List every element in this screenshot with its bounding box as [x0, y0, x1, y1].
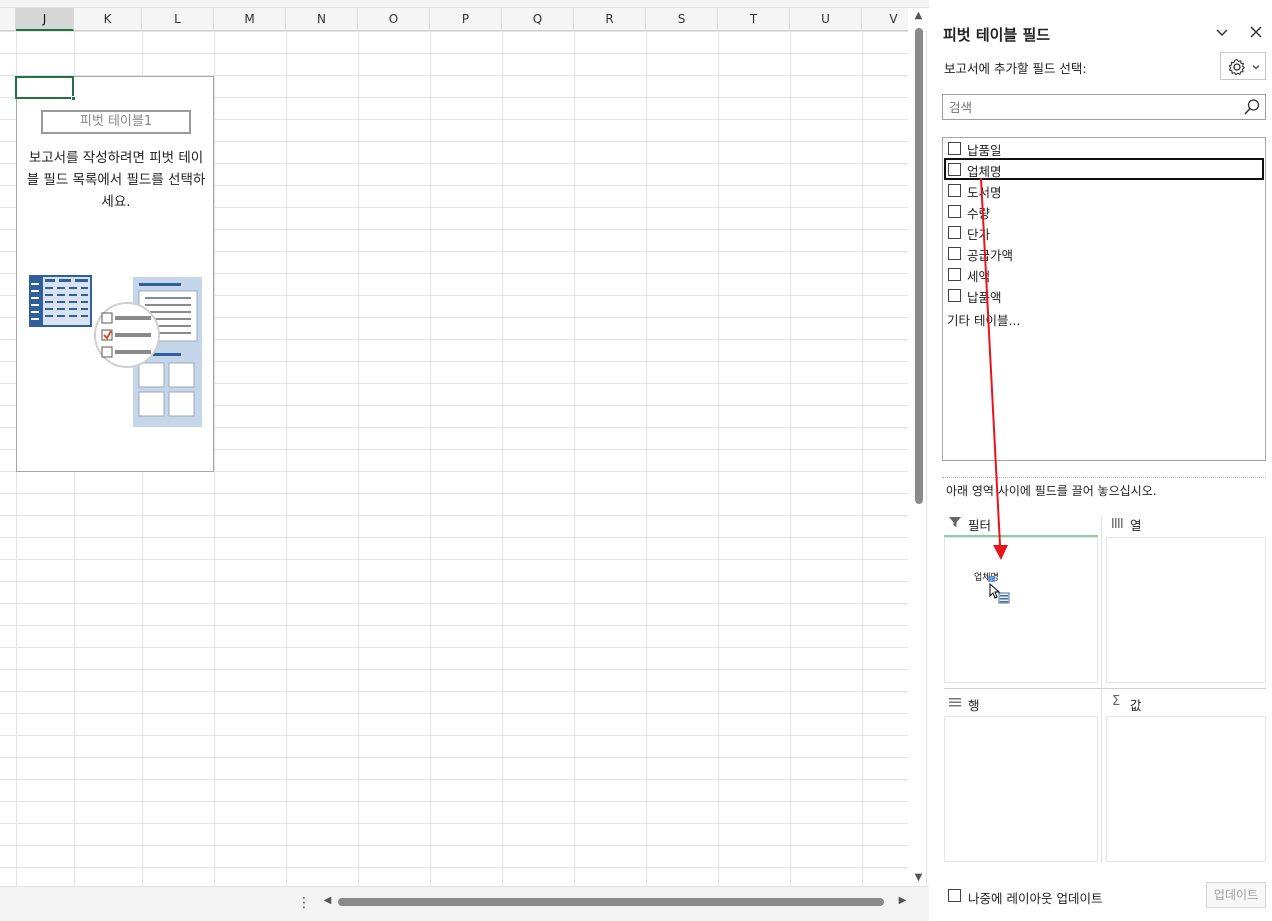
- chevron-down-icon[interactable]: [1212, 22, 1232, 42]
- column-header-j[interactable]: J: [16, 8, 74, 31]
- drag-ghost: 업체명: [974, 570, 1014, 606]
- areas-separator: [1101, 517, 1102, 863]
- drag-cursor-icon: [988, 576, 1010, 604]
- pivot-table-placeholder[interactable]: 피벗 테이블1 보고서를 작성하려면 피벗 테이블 필드 목록에서 필드를 선택…: [16, 76, 214, 472]
- field-checkbox[interactable]: [948, 247, 961, 260]
- scroll-up-icon[interactable]: ▲: [908, 10, 929, 21]
- field-item[interactable]: 공급가액: [944, 243, 1264, 264]
- field-search-input[interactable]: [943, 95, 1239, 119]
- grid-line: [286, 31, 287, 886]
- column-header-o[interactable]: O: [358, 8, 430, 31]
- close-icon[interactable]: [1246, 22, 1266, 42]
- field-item[interactable]: 납품일: [944, 138, 1264, 159]
- gear-icon: [1228, 58, 1246, 76]
- grid-line: [926, 31, 927, 886]
- update-button[interactable]: 업데이트: [1206, 882, 1266, 908]
- sheet-bottom-bar: ⋮ ◀ ▶: [0, 886, 929, 921]
- horizontal-scrollbar[interactable]: ◀ ▶: [320, 894, 910, 910]
- field-checkbox[interactable]: [948, 184, 961, 197]
- field-list: 납품일 업체명 도서명 수량 단가 공급가액 세액 납품액 기타 테이블...: [942, 137, 1266, 461]
- column-header-s[interactable]: S: [646, 8, 718, 31]
- field-item[interactable]: 납품액: [944, 285, 1264, 306]
- column-header-n[interactable]: N: [286, 8, 358, 31]
- rows-icon: [949, 698, 961, 707]
- column-header-l[interactable]: L: [142, 8, 214, 31]
- field-label: 도서명: [967, 185, 1002, 200]
- grid-line: [718, 31, 719, 886]
- field-checkbox[interactable]: [948, 226, 961, 239]
- rows-drop-zone[interactable]: [944, 716, 1098, 862]
- columns-area-label: 열: [1130, 518, 1142, 533]
- field-label: 세액: [967, 269, 991, 284]
- rows-area-label: 행: [968, 698, 980, 713]
- sigma-icon: Σ: [1112, 694, 1121, 709]
- column-header-k[interactable]: K: [74, 8, 142, 31]
- areas-separator-horizontal: [944, 688, 1266, 689]
- column-header-t[interactable]: T: [718, 8, 790, 31]
- field-checkbox[interactable]: [948, 205, 961, 218]
- active-cell[interactable]: [15, 76, 74, 99]
- scroll-left-icon[interactable]: ◀: [317, 895, 338, 906]
- grid-line: [862, 31, 863, 886]
- field-checkbox[interactable]: [948, 163, 961, 176]
- column-header-m[interactable]: M: [214, 8, 286, 31]
- column-header-row: JKLMNOPQRSTUV: [0, 8, 926, 31]
- defer-update-checkbox[interactable]: [948, 889, 961, 902]
- field-item[interactable]: 단가: [944, 222, 1264, 243]
- column-header-q[interactable]: Q: [502, 8, 574, 31]
- columns-drop-zone[interactable]: [1106, 537, 1266, 683]
- field-checkbox[interactable]: [948, 268, 961, 281]
- field-label: 수량: [967, 206, 991, 221]
- pivot-table-name: 피벗 테이블1: [41, 110, 191, 134]
- more-options-icon[interactable]: ⋮: [297, 895, 311, 911]
- grid-line: [790, 31, 791, 886]
- horizontal-scroll-thumb[interactable]: [338, 898, 884, 906]
- field-checkbox[interactable]: [948, 289, 961, 302]
- scroll-right-icon[interactable]: ▶: [892, 895, 913, 906]
- columns-icon: [1112, 518, 1123, 528]
- values-area-label: 값: [1130, 698, 1142, 713]
- pivot-fields-pane: 피벗 테이블 필드 보고서에 추가할 필드 선택: 납품일 업체명: [930, 8, 1272, 921]
- field-label: 단가: [967, 227, 991, 242]
- filters-drop-zone[interactable]: [944, 537, 1098, 683]
- pivot-illustration-icon: [29, 275, 202, 427]
- field-label: 납품액: [967, 290, 1002, 305]
- field-item[interactable]: 세액: [944, 264, 1264, 285]
- field-label: 납품일: [967, 143, 1002, 158]
- grid-line: [430, 31, 431, 886]
- pane-divider: [942, 477, 1266, 478]
- column-header-u[interactable]: U: [790, 8, 862, 31]
- grid-line: [646, 31, 647, 886]
- values-drop-zone[interactable]: [1106, 716, 1266, 862]
- field-label: 업체명: [967, 164, 1002, 179]
- pivot-instructions: 보고서를 작성하려면 피벗 테이블 필드 목록에서 필드를 선택하세요.: [26, 150, 206, 210]
- grid-line: [574, 31, 575, 886]
- fill-handle[interactable]: [71, 96, 76, 101]
- field-item[interactable]: 수량: [944, 201, 1264, 222]
- column-header-p[interactable]: P: [430, 8, 502, 31]
- field-item[interactable]: 도서명: [944, 180, 1264, 201]
- field-label: 공급가액: [967, 248, 1014, 263]
- column-header-partial: [0, 8, 16, 31]
- dropdown-caret-icon: [1252, 65, 1260, 70]
- grid-line: [214, 31, 215, 886]
- grid-line: [502, 31, 503, 886]
- filter-icon: [949, 517, 961, 527]
- pane-subtitle: 보고서에 추가할 필드 선택:: [944, 61, 1087, 76]
- field-item-focused[interactable]: 업체명: [944, 158, 1264, 180]
- pane-title: 피벗 테이블 필드: [943, 26, 1051, 44]
- more-tables-link[interactable]: 기타 테이블...: [947, 310, 1020, 329]
- field-search-box[interactable]: [942, 94, 1266, 120]
- drag-hint-text: 아래 영역 사이에 필드를 끌어 놓으십시오.: [946, 484, 1157, 498]
- filters-area-label: 필터: [968, 518, 992, 533]
- grid-line: [358, 31, 359, 886]
- defer-update-label: 나중에 레이아웃 업데이트: [968, 891, 1103, 906]
- ribbon-edge: [0, 0, 929, 8]
- field-checkbox[interactable]: [948, 142, 961, 155]
- column-header-r[interactable]: R: [574, 8, 646, 31]
- tools-settings-button[interactable]: [1220, 52, 1266, 80]
- search-icon[interactable]: [1243, 98, 1261, 116]
- vertical-scroll-thumb[interactable]: [915, 28, 923, 504]
